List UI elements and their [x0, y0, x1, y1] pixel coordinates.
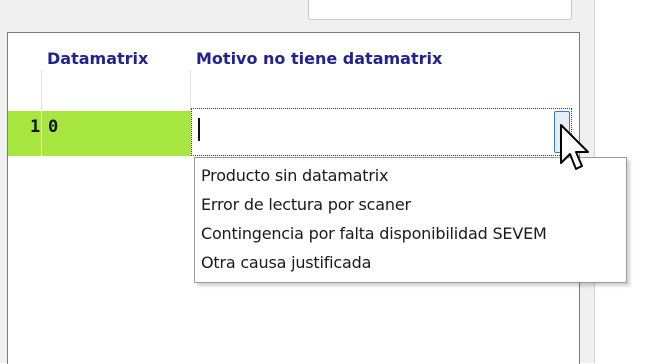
row-id-value: 1 — [30, 117, 41, 137]
column-header-motivo[interactable]: Motivo no tiene datamatrix — [196, 44, 442, 74]
dropdown-option[interactable]: Contingencia por falta disponibilidad SE… — [195, 219, 626, 248]
dropdown-option[interactable]: Error de lectura por scaner — [195, 190, 626, 219]
dropdown-option[interactable]: Otra causa justificada — [195, 248, 626, 277]
motivo-combo-input[interactable] — [191, 108, 572, 156]
motivo-dropdown-list: Producto sin datamatrix Error de lectura… — [194, 157, 627, 283]
column-divider — [190, 70, 191, 110]
mouse-pointer-icon — [560, 124, 589, 170]
column-divider — [41, 70, 42, 110]
column-header-datamatrix[interactable]: Datamatrix — [47, 44, 148, 74]
datamatrix-value: 0 — [48, 117, 59, 137]
datamatrix-cell[interactable] — [42, 111, 191, 156]
text-caret — [198, 118, 200, 141]
filter-field[interactable] — [308, 0, 572, 20]
